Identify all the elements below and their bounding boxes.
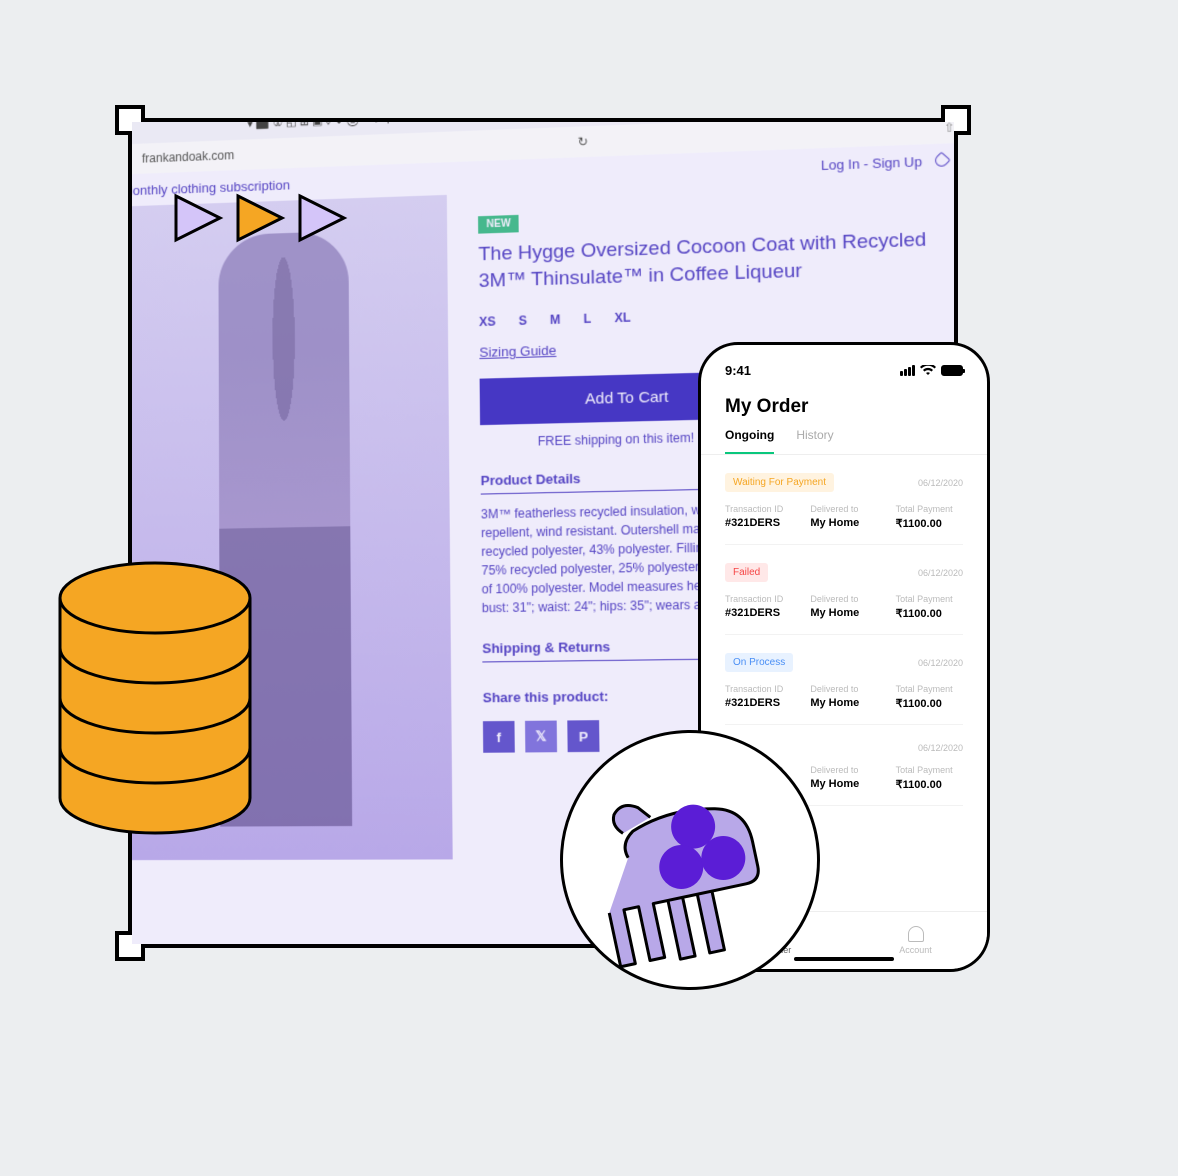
transaction-id: #321DERS — [725, 517, 792, 529]
forward-arrows-graphic — [170, 190, 350, 246]
size-s[interactable]: S — [519, 314, 528, 329]
tab-history[interactable]: History — [796, 428, 833, 454]
transaction-id: #321DERS — [725, 697, 792, 709]
delivered-to: My Home — [810, 697, 877, 709]
home-indicator[interactable] — [794, 957, 894, 961]
transaction-id: #321DERS — [725, 607, 792, 619]
order-status-badge: Waiting For Payment — [725, 473, 834, 492]
total-payment: ₹1100.00 — [896, 607, 963, 620]
order-date: 06/12/2020 — [918, 478, 963, 488]
url-domain: frankandoak.com — [142, 148, 234, 166]
order-card[interactable]: On Process06/12/2020 Transaction ID#321D… — [725, 635, 963, 725]
share-facebook-button[interactable]: f — [483, 721, 515, 753]
total-payment: ₹1100.00 — [896, 517, 963, 530]
delivered-to: My Home — [810, 517, 877, 529]
sizing-guide-link[interactable]: Sizing Guide — [479, 343, 556, 361]
share-twitter-button[interactable]: 𝕏 — [525, 721, 557, 753]
phone-status-icons — [900, 363, 963, 378]
order-status-badge: On Process — [725, 653, 793, 672]
delivered-to: My Home — [810, 607, 877, 619]
order-date: 06/12/2020 — [918, 568, 963, 578]
order-card[interactable]: Failed06/12/2020 Transaction ID#321DERS … — [725, 545, 963, 635]
order-date: 06/12/2020 — [918, 658, 963, 668]
order-date: 06/12/2020 — [918, 743, 963, 753]
person-icon — [908, 926, 924, 942]
total-payment: ₹1100.00 — [896, 778, 963, 791]
hand-coins-graphic — [560, 730, 820, 990]
lock-icon: 🔒 — [132, 152, 134, 167]
order-card[interactable]: Waiting For Payment06/12/2020 Transactio… — [725, 455, 963, 545]
new-badge: NEW — [478, 215, 519, 234]
order-status-badge: Failed — [725, 563, 768, 582]
size-l[interactable]: L — [583, 312, 591, 327]
phone-time: 9:41 — [725, 363, 751, 378]
favorites-icon[interactable] — [932, 152, 950, 170]
login-link[interactable]: Log In - Sign Up — [821, 153, 922, 172]
size-xs[interactable]: XS — [479, 315, 496, 330]
size-m[interactable]: M — [550, 313, 561, 328]
database-cylinder-graphic — [55, 558, 255, 838]
size-xl[interactable]: XL — [614, 311, 630, 326]
delivered-to: My Home — [810, 778, 877, 790]
menubar-app-icons: ▾ ⬛ ① ◱ ⊞ ▣ ⬨ ❖ Ⓢ ⌁ ✱ ⚲ — [247, 122, 392, 131]
share-pinterest-button[interactable]: P — [567, 720, 599, 752]
size-selector: XS S M L XL — [479, 300, 954, 329]
phone-page-title: My Order — [701, 378, 987, 428]
tab-ongoing[interactable]: Ongoing — [725, 428, 774, 454]
share-icon[interactable]: ⇧ — [944, 122, 954, 135]
product-title: The Hygge Oversized Cocoon Coat with Rec… — [478, 225, 954, 294]
total-payment: ₹1100.00 — [896, 697, 963, 710]
reload-icon[interactable]: ↻ — [577, 134, 588, 149]
